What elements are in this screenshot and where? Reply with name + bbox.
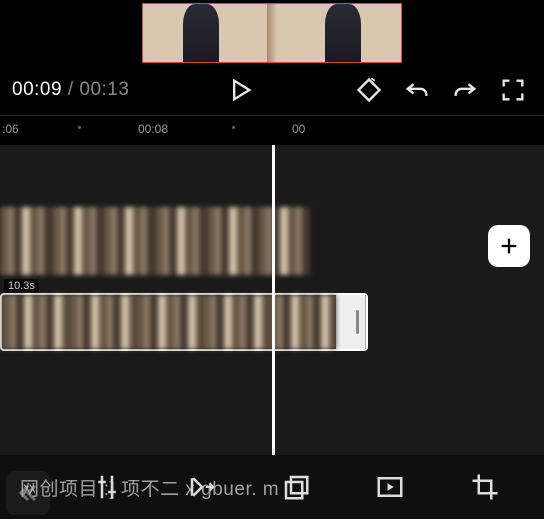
bottom-toolbar — [0, 455, 544, 519]
time-display: 00:09 / 00:13 — [12, 79, 129, 101]
fullscreen-button[interactable] — [494, 71, 532, 109]
clip-thumbnail — [207, 207, 259, 275]
play-icon — [226, 76, 254, 104]
clip-thumbnail — [269, 295, 336, 349]
fullscreen-icon — [499, 76, 527, 104]
ruler-dot — [78, 126, 81, 129]
play-button[interactable] — [221, 71, 259, 109]
keyframe-button[interactable] — [350, 71, 388, 109]
add-clip-button[interactable] — [488, 225, 530, 267]
clip-thumbnail — [69, 295, 136, 349]
video-track-2-selected[interactable]: 10.3s — [0, 293, 368, 351]
playhead[interactable] — [272, 145, 275, 455]
clip-thumbnail — [2, 295, 69, 349]
redo-button[interactable] — [446, 71, 484, 109]
clip-thumbnail — [258, 207, 310, 275]
ruler-tick: :06 — [2, 122, 19, 136]
clip-thumbnail — [0, 207, 52, 275]
pip-icon — [375, 472, 405, 502]
preview-frame — [142, 3, 402, 63]
layers-icon — [281, 472, 311, 502]
clip-thumbnail — [202, 295, 269, 349]
video-track-1[interactable] — [0, 207, 310, 275]
ruler-tick: 00:08 — [138, 122, 168, 136]
video-preview — [0, 0, 544, 65]
keyframe-icon — [355, 76, 383, 104]
ruler-dot — [232, 126, 235, 129]
clip-thumbnail — [103, 207, 155, 275]
clip-thumbnail — [52, 207, 104, 275]
timeline[interactable]: 10.3s — [0, 145, 544, 455]
transport-bar: 00:09 / 00:13 — [0, 65, 544, 115]
clip-thumbnail — [155, 207, 207, 275]
undo-button[interactable] — [398, 71, 436, 109]
split-icon — [92, 472, 122, 502]
clip-thumbnail — [136, 295, 203, 349]
ruler-tick: 00 — [292, 122, 305, 136]
time-separator: / — [62, 79, 79, 100]
speed-icon — [187, 472, 217, 502]
timeline-ruler[interactable]: :06 00:08 00 — [0, 115, 544, 145]
split-tool[interactable] — [85, 465, 129, 509]
trim-handle-right[interactable] — [352, 305, 362, 339]
crop-icon — [470, 472, 500, 502]
time-current: 00:09 — [12, 79, 62, 100]
crop-tool[interactable] — [463, 465, 507, 509]
time-total: 00:13 — [79, 79, 129, 100]
clip-duration-label: 10.3s — [4, 279, 39, 293]
plus-icon — [498, 235, 520, 257]
layers-tool[interactable] — [274, 465, 318, 509]
pip-tool[interactable] — [368, 465, 412, 509]
speed-tool[interactable] — [180, 465, 224, 509]
undo-icon — [403, 76, 431, 104]
redo-icon — [451, 76, 479, 104]
